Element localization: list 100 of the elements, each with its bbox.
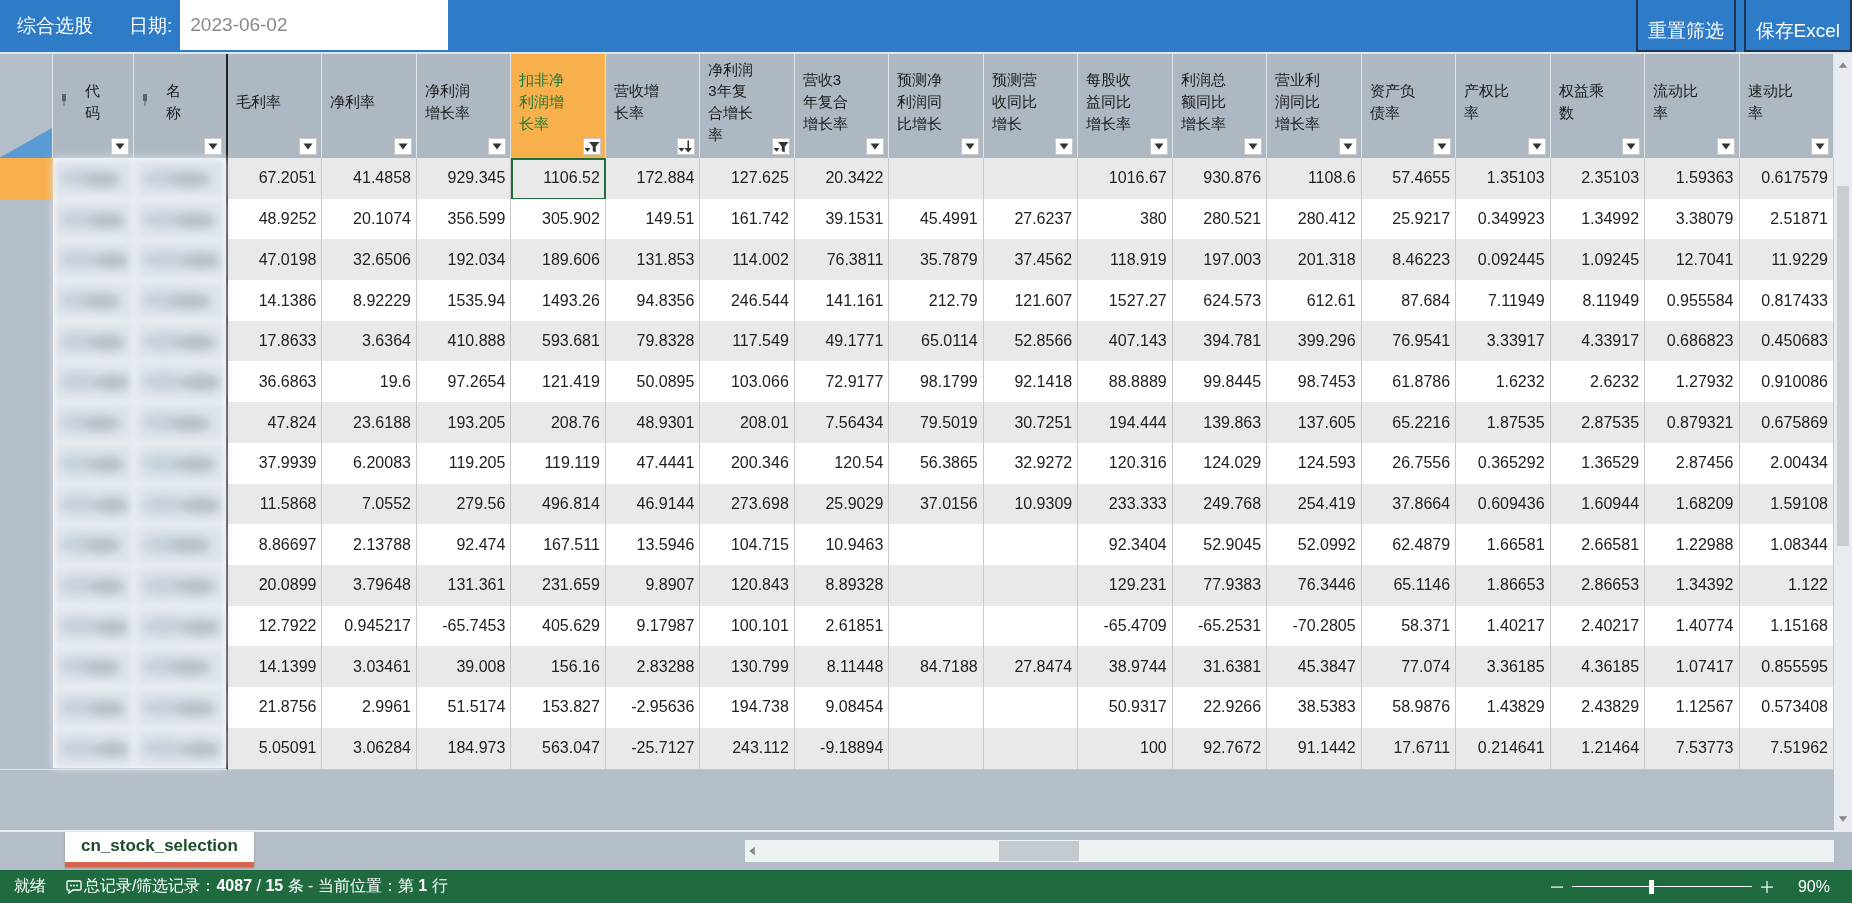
zoom-level: 90% [1797, 877, 1830, 896]
table-cell: 100 [1078, 727, 1173, 770]
dropdown-icon[interactable] [1810, 138, 1829, 155]
table-cell: 0.686823 [1645, 320, 1740, 363]
dropdown-icon[interactable] [488, 138, 507, 155]
table-cell: 37.0156 [889, 483, 984, 526]
record-count: 总记录/筛选记录：4087 / 15 条 - 当前位置：第 1 行 [84, 876, 448, 896]
table-cell: 3.6364 [322, 320, 417, 363]
table-cell: 193.205 [416, 402, 512, 444]
dropdown-icon[interactable] [1433, 138, 1452, 155]
table-cell: 114.002 [700, 239, 795, 282]
table-cell: 279.56 [416, 483, 512, 526]
dropdown-icon[interactable] [866, 138, 885, 155]
column-header[interactable]: 营收增长率 [605, 54, 701, 158]
column-header[interactable]: 代码 [53, 54, 134, 158]
table-cell: 139.863 [1172, 402, 1268, 444]
column-header[interactable]: 净利率 [322, 54, 417, 158]
table-cell: 231.659 [511, 564, 606, 607]
table-cell: 3.79648 [322, 564, 417, 607]
filter-icon[interactable] [582, 138, 601, 155]
table-cell: 11.9229 [1739, 239, 1834, 282]
date-field[interactable]: 2023-06-02 [180, 0, 449, 50]
table-cell: 1.122 [1739, 564, 1834, 607]
table-cell: 77.9383 [1172, 564, 1268, 607]
column-header[interactable]: 速动比率 [1739, 54, 1834, 158]
table-cell: 496.814 [511, 483, 606, 526]
table-cell: 47.824 [228, 402, 323, 444]
table-cell: 208.01 [700, 402, 795, 444]
dropdown-icon[interactable] [299, 138, 318, 155]
filter-icon[interactable] [771, 138, 790, 155]
column-header[interactable]: 产权比率 [1456, 54, 1551, 158]
table-cell: 197.003 [1172, 239, 1268, 282]
table-cell: 45.3847 [1267, 646, 1362, 689]
dropdown-icon[interactable] [1244, 138, 1263, 155]
column-header[interactable]: 营业利润同比增长率 [1267, 54, 1362, 158]
dropdown-icon[interactable] [111, 138, 129, 155]
table-cell: 79.5019 [889, 402, 984, 444]
table-cell: 131.853 [605, 239, 701, 282]
dropdown-icon[interactable] [1338, 138, 1357, 155]
table-cell: 563.047 [511, 727, 606, 770]
toolbar-button[interactable]: 重置筛选 [1635, 0, 1736, 52]
table-cell: 201.318 [1267, 239, 1362, 282]
table-cell: 208.76 [511, 402, 606, 444]
column-header[interactable]: 净利润3年复合增长率 [700, 54, 795, 158]
column-header[interactable]: 预测营收同比增长 [983, 54, 1079, 158]
table-cell: 8.46223 [1361, 239, 1457, 282]
table-cell: 12.7041 [1645, 239, 1740, 282]
table-cell: 2.83288 [605, 646, 701, 689]
table-cell: 27.8474 [983, 646, 1079, 689]
dropdown-icon[interactable] [1055, 138, 1074, 155]
table-cell: 194.444 [1078, 402, 1173, 444]
slider-thumb[interactable] [1649, 879, 1655, 894]
column-header[interactable]: 流动比率 [1645, 54, 1740, 158]
table-cell: 7.53773 [1645, 727, 1740, 770]
dropdown-icon[interactable] [1622, 138, 1641, 155]
dropdown-icon[interactable] [1149, 138, 1168, 155]
column-header[interactable]: 预测净利润同比增长 [889, 54, 984, 158]
table-cell: 1.21464 [1550, 727, 1646, 770]
table-cell: 3.03461 [322, 646, 417, 689]
table-cell: 0.092445 [1456, 239, 1551, 282]
table-cell: 76.3446 [1267, 564, 1362, 607]
dropdown-icon[interactable] [393, 138, 412, 155]
column-header[interactable]: 毛利率 [228, 54, 323, 158]
table-cell: 52.8566 [983, 320, 1079, 363]
column-header[interactable]: 每股收益同比增长率 [1078, 54, 1173, 158]
horizontal-scrollbar[interactable] [745, 840, 1834, 862]
column-header[interactable]: 净利润增长率 [416, 54, 512, 158]
table-cell: 172.884 [605, 158, 701, 200]
dropdown-icon[interactable] [960, 138, 979, 155]
table-cell: 76.3811 [794, 239, 890, 282]
column-header[interactable]: 营收3年复合增长率 [794, 54, 890, 158]
dropdown-icon[interactable] [1716, 138, 1735, 155]
table-cell: 5.05091 [228, 727, 323, 770]
zoom-slider[interactable] [1571, 879, 1752, 894]
table-cell: 1.86653 [1456, 564, 1551, 607]
scroll-thumb[interactable] [999, 841, 1079, 861]
zoom-in-icon[interactable] [1759, 879, 1774, 894]
table-cell: 1.59363 [1645, 158, 1740, 200]
table-cell: 127.625 [700, 158, 795, 200]
table-cell: 192.034 [416, 239, 512, 282]
sort-icon[interactable] [677, 138, 696, 155]
table-cell: 184.973 [416, 727, 512, 770]
table-cell: 67.2051 [228, 158, 323, 200]
column-header[interactable]: 权益乘数 [1550, 54, 1646, 158]
table-cell: 37.4562 [983, 239, 1079, 282]
table-cell: 137.605 [1267, 402, 1362, 444]
table-cell: 3.06284 [322, 727, 417, 770]
scroll-thumb[interactable] [1837, 186, 1849, 546]
table-cell: 79.8328 [605, 320, 701, 363]
dropdown-icon[interactable] [1527, 138, 1546, 155]
table-cell: 65.0114 [889, 320, 984, 363]
column-header[interactable]: 名称 [134, 54, 228, 158]
toolbar-button[interactable]: 保存Excel [1743, 0, 1852, 52]
table-cell: 37.8664 [1361, 483, 1457, 526]
dropdown-icon[interactable] [204, 138, 222, 155]
vertical-scrollbar[interactable] [1834, 54, 1852, 830]
column-header[interactable]: 利润总额同比增长率 [1172, 54, 1268, 158]
table-cell: 117.549 [700, 320, 795, 363]
sheet-tab[interactable]: cn_stock_selection [65, 832, 254, 867]
column-header[interactable]: 资产负债率 [1361, 54, 1457, 158]
